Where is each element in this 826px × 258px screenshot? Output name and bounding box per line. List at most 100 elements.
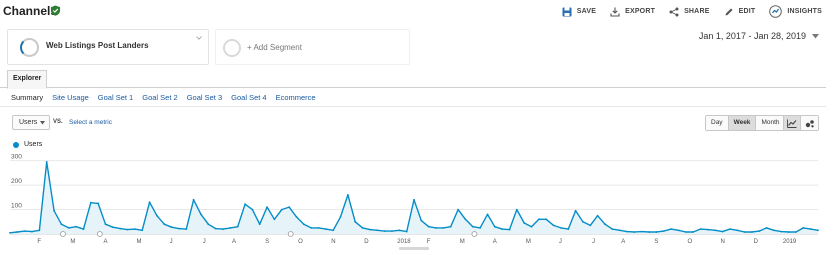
data-point[interactable]: [493, 225, 496, 228]
annotation-marker[interactable]: [60, 231, 66, 237]
data-point[interactable]: [427, 225, 430, 228]
data-point[interactable]: [501, 228, 503, 230]
data-point[interactable]: [244, 203, 247, 206]
data-point[interactable]: [273, 218, 276, 221]
share-button[interactable]: SHARE: [669, 7, 710, 17]
data-point[interactable]: [229, 227, 232, 229]
save-button[interactable]: SAVE: [562, 7, 596, 17]
data-point[interactable]: [156, 214, 158, 217]
data-point[interactable]: [67, 227, 70, 229]
subtab-goal-set-3[interactable]: Goal Set 3: [187, 93, 222, 102]
data-point[interactable]: [648, 231, 650, 233]
data-point[interactable]: [288, 206, 290, 208]
data-point[interactable]: [134, 228, 136, 230]
data-point[interactable]: [743, 231, 746, 233]
data-point[interactable]: [604, 223, 606, 226]
chart-resize-handle[interactable]: [399, 247, 429, 250]
data-point[interactable]: [53, 209, 55, 212]
data-point[interactable]: [662, 230, 665, 232]
data-point[interactable]: [567, 228, 570, 230]
granularity-day-button[interactable]: Day: [706, 116, 729, 130]
data-point[interactable]: [339, 216, 342, 218]
data-point[interactable]: [457, 208, 459, 211]
data-point[interactable]: [369, 228, 371, 231]
data-point[interactable]: [773, 229, 775, 232]
data-point[interactable]: [780, 230, 783, 233]
data-point[interactable]: [420, 219, 423, 222]
data-point[interactable]: [347, 194, 349, 196]
chevron-down-icon[interactable]: [196, 36, 202, 40]
data-point[interactable]: [16, 231, 19, 233]
data-point[interactable]: [479, 227, 481, 229]
data-point[interactable]: [236, 225, 239, 228]
data-point[interactable]: [523, 222, 526, 224]
data-point[interactable]: [45, 161, 48, 163]
data-point[interactable]: [515, 208, 518, 211]
data-point[interactable]: [817, 229, 819, 232]
data-point[interactable]: [383, 230, 386, 232]
data-point[interactable]: [589, 224, 592, 227]
export-button[interactable]: EXPORT: [610, 7, 655, 17]
data-point[interactable]: [692, 231, 694, 233]
data-point[interactable]: [9, 231, 11, 234]
data-point[interactable]: [721, 230, 724, 233]
data-point[interactable]: [596, 214, 599, 217]
data-point[interactable]: [802, 227, 805, 229]
data-point[interactable]: [280, 208, 283, 211]
data-point[interactable]: [626, 230, 628, 233]
data-point[interactable]: [751, 231, 753, 233]
subtab-goal-set-2[interactable]: Goal Set 2: [142, 93, 177, 102]
data-point[interactable]: [405, 230, 408, 233]
data-point[interactable]: [508, 228, 511, 231]
data-point[interactable]: [574, 209, 577, 212]
data-point[interactable]: [758, 230, 761, 232]
data-point[interactable]: [325, 228, 327, 230]
data-point[interactable]: [714, 229, 717, 232]
data-point[interactable]: [251, 208, 254, 211]
data-point[interactable]: [486, 213, 489, 216]
data-point[interactable]: [170, 226, 173, 229]
annotation-marker[interactable]: [287, 231, 294, 237]
data-point[interactable]: [141, 229, 144, 232]
subtab-goal-set-1[interactable]: Goal Set 1: [98, 93, 133, 102]
data-point[interactable]: [413, 198, 415, 201]
motion-chart-button[interactable]: [801, 116, 818, 130]
add-segment-button[interactable]: + Add Segment: [215, 29, 410, 65]
data-point[interactable]: [787, 231, 790, 233]
subtab-site-usage[interactable]: Site Usage: [52, 93, 89, 102]
data-point[interactable]: [178, 227, 180, 230]
subtab-ecommerce[interactable]: Ecommerce: [276, 93, 316, 102]
edit-button[interactable]: EDIT: [724, 7, 756, 17]
data-point[interactable]: [398, 229, 401, 232]
data-point[interactable]: [148, 201, 151, 204]
data-point[interactable]: [736, 229, 739, 232]
data-point[interactable]: [464, 218, 467, 221]
data-point[interactable]: [361, 227, 364, 229]
granularity-month-button[interactable]: Month: [756, 116, 785, 130]
data-point[interactable]: [376, 229, 379, 232]
data-point[interactable]: [729, 228, 731, 230]
granularity-week-button[interactable]: Week: [728, 116, 757, 130]
data-point[interactable]: [310, 227, 313, 229]
annotation-marker[interactable]: [471, 231, 478, 237]
data-point[interactable]: [435, 227, 437, 229]
data-point[interactable]: [706, 228, 709, 231]
metric-selector[interactable]: Users: [12, 115, 50, 130]
data-point[interactable]: [670, 228, 672, 230]
line-chart-button[interactable]: [784, 116, 801, 130]
select-metric-link[interactable]: Select a metric: [69, 119, 112, 126]
data-point[interactable]: [192, 198, 195, 201]
data-point[interactable]: [545, 218, 548, 221]
data-point[interactable]: [97, 202, 99, 205]
insights-button[interactable]: INSIGHTS: [769, 5, 822, 18]
annotation-marker[interactable]: [96, 231, 103, 237]
data-point[interactable]: [23, 230, 26, 232]
data-point[interactable]: [163, 223, 166, 226]
data-point[interactable]: [317, 227, 320, 229]
data-point[interactable]: [266, 206, 268, 208]
data-point[interactable]: [119, 227, 122, 230]
data-point[interactable]: [75, 225, 77, 228]
data-point[interactable]: [618, 229, 621, 232]
data-point[interactable]: [449, 225, 452, 228]
data-point[interactable]: [582, 220, 584, 223]
